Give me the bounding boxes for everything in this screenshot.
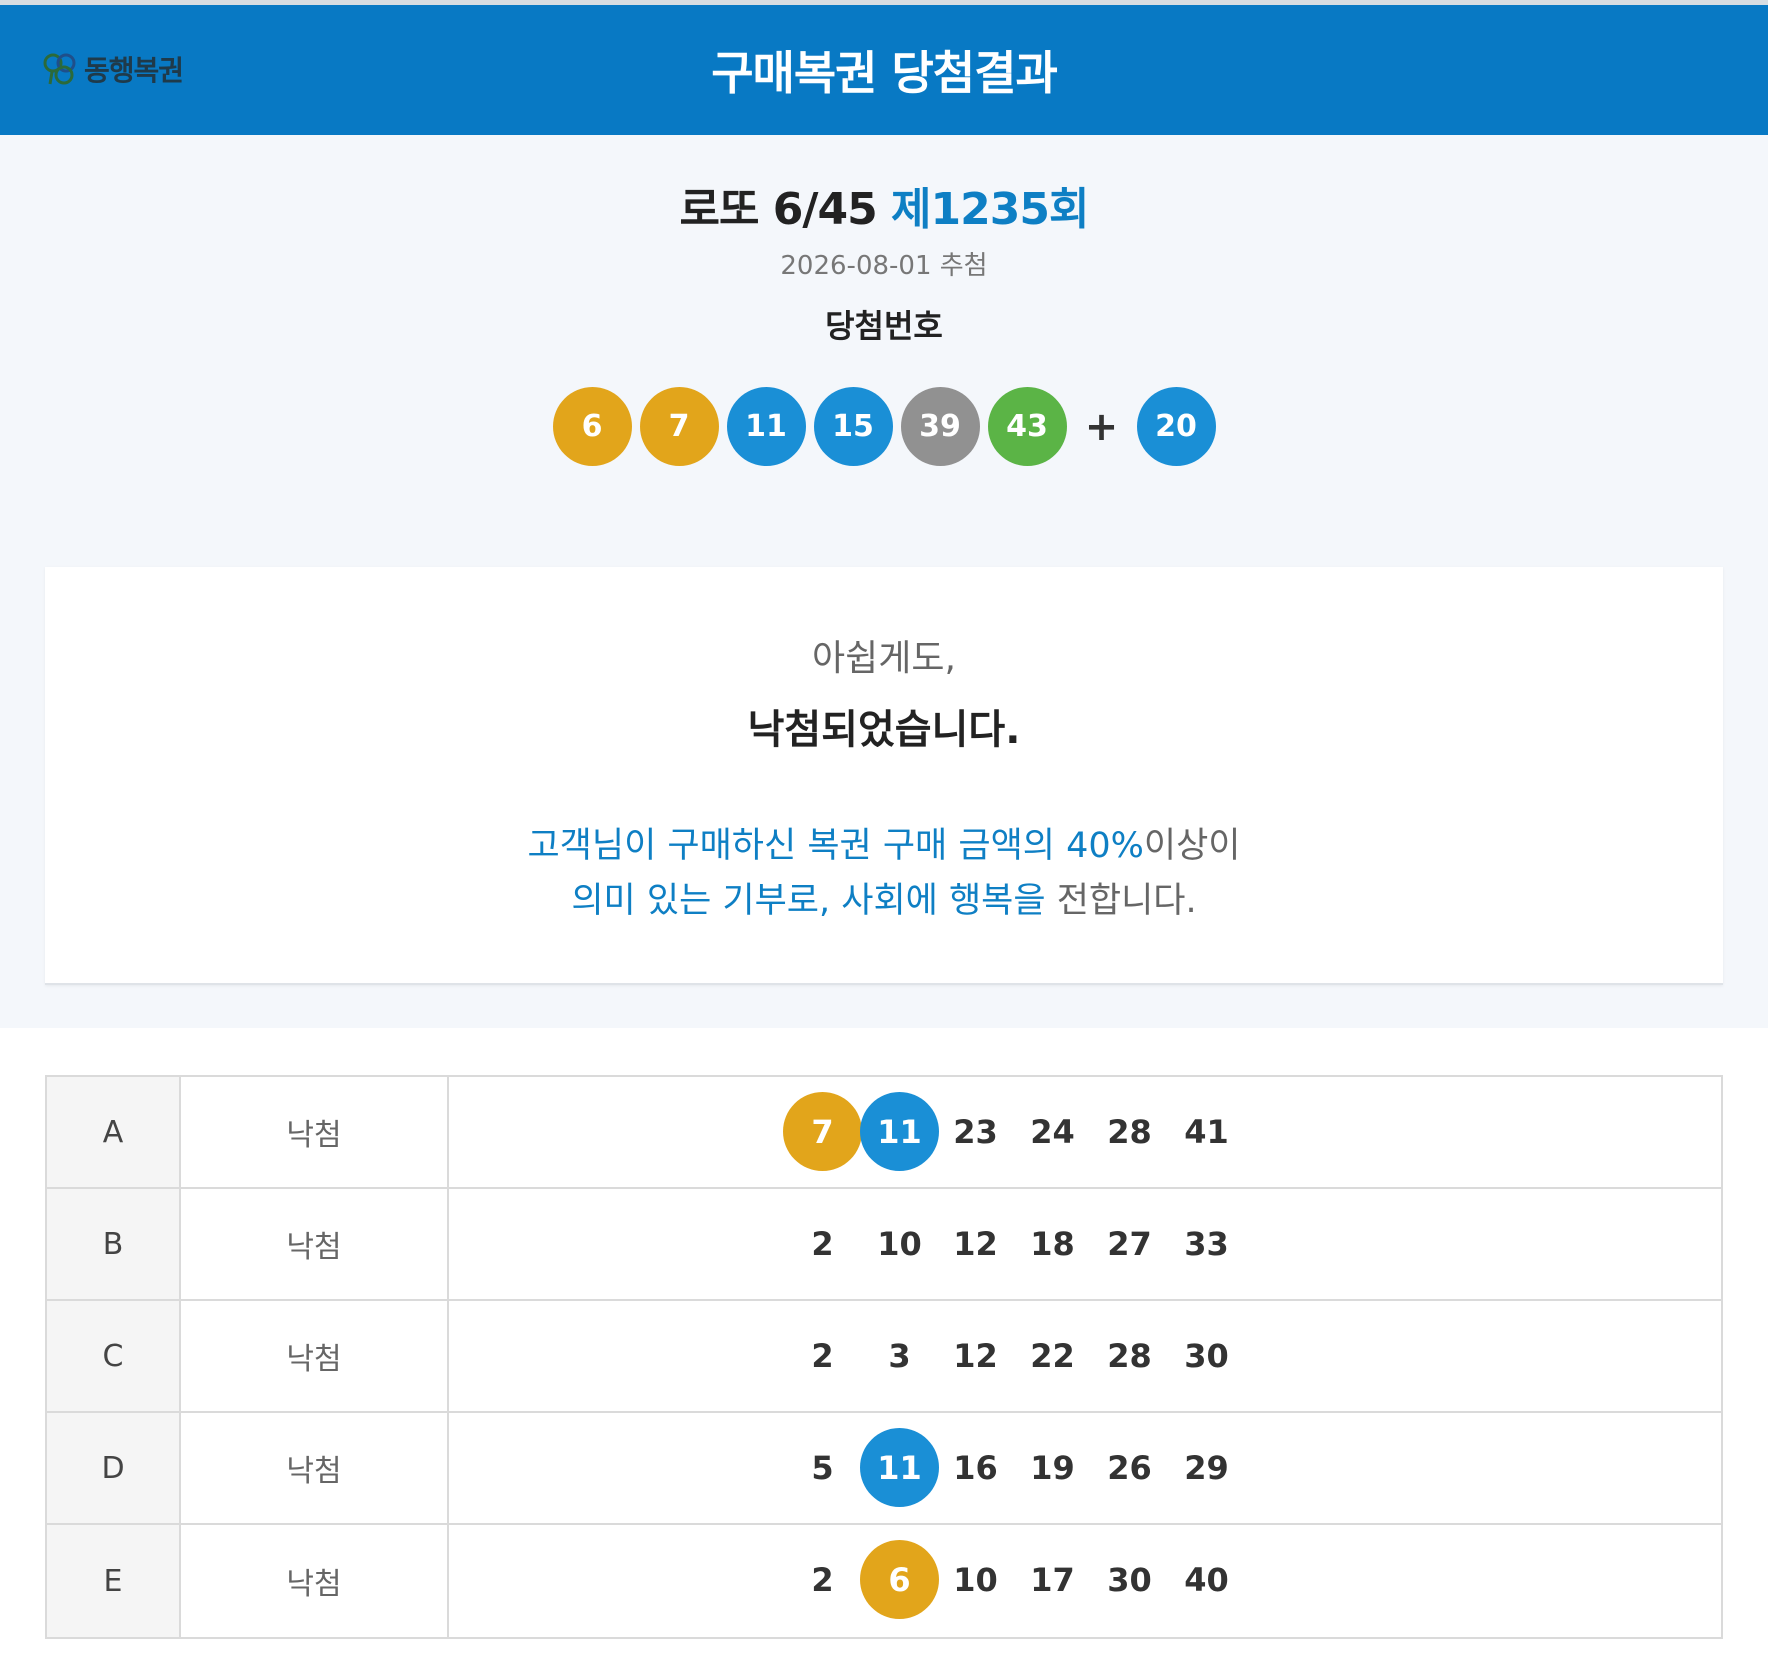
ticket-numbers: 2 6 10 17 30 40 bbox=[449, 1525, 1721, 1637]
ticket-id: C bbox=[47, 1301, 181, 1411]
ticket-number: 11 bbox=[860, 1092, 939, 1171]
logo[interactable]: 동행복권 bbox=[42, 49, 184, 89]
ticket-row: E 낙첨 2 6 10 17 30 40 bbox=[47, 1525, 1721, 1637]
ticket-number: 28 bbox=[1107, 1336, 1152, 1375]
ticket-number: 40 bbox=[1184, 1560, 1229, 1599]
ticket-status: 낙첨 bbox=[181, 1525, 449, 1637]
game-name: 로또 6/45 bbox=[679, 184, 878, 235]
plus-sign: + bbox=[1084, 403, 1119, 450]
ticket-status: 낙첨 bbox=[181, 1413, 449, 1523]
result-message-card: 아쉽게도, 낙첨되었습니다. 고객님이 구매하신 복권 구매 금액의 40%이상… bbox=[45, 567, 1723, 985]
ticket-number: 28 bbox=[1107, 1112, 1152, 1151]
winning-ball: 11 bbox=[726, 387, 806, 466]
page-header: 동행복권 구매복권 당첨결과 bbox=[0, 5, 1768, 135]
ticket-number: 7 bbox=[783, 1092, 862, 1171]
ticket-number: 6 bbox=[860, 1540, 939, 1619]
ticket-id: B bbox=[47, 1189, 181, 1299]
ticket-number: 17 bbox=[1030, 1560, 1075, 1599]
bonus-ball: 20 bbox=[1136, 387, 1216, 466]
ticket-number: 12 bbox=[953, 1336, 998, 1375]
winning-ball: 6 bbox=[552, 387, 632, 466]
draw-date: 2026-08-01 추첨 bbox=[780, 251, 988, 281]
ticket-row: D 낙첨 5 11 16 19 26 29 bbox=[47, 1413, 1721, 1525]
ticket-number: 19 bbox=[1030, 1448, 1075, 1487]
ticket-number: 24 bbox=[1030, 1112, 1075, 1151]
winning-numbers-label: 당첨번호 bbox=[825, 307, 943, 345]
result-headline: 낙첨되었습니다. bbox=[747, 707, 1021, 753]
ticket-number: 12 bbox=[953, 1224, 998, 1263]
winning-numbers: 6 7 11 15 39 43 + 20 bbox=[0, 387, 1768, 466]
ticket-status: 낙첨 bbox=[181, 1189, 449, 1299]
ticket-numbers: 5 11 16 19 26 29 bbox=[449, 1413, 1721, 1523]
round-number: 제1235회 bbox=[891, 184, 1089, 235]
result-subtext: 아쉽게도, bbox=[812, 638, 956, 679]
winning-ball: 39 bbox=[900, 387, 980, 466]
donation-message-line1: 고객님이 구매하신 복권 구매 금액의 40%이상이 bbox=[45, 817, 1723, 868]
ticket-number: 11 bbox=[860, 1428, 939, 1507]
ticket-row: A 낙첨 7 11 23 24 28 41 bbox=[47, 1077, 1721, 1189]
ticket-row: C 낙첨 2 3 12 22 28 30 bbox=[47, 1301, 1721, 1413]
logo-text: 동행복권 bbox=[84, 54, 184, 87]
ticket-number: 16 bbox=[953, 1448, 998, 1487]
ticket-number: 3 bbox=[888, 1336, 911, 1375]
draw-info-section: 로또 6/45 제1235회 2026-08-01 추첨 당첨번호 6 7 11… bbox=[0, 135, 1768, 1028]
ticket-number: 23 bbox=[953, 1112, 998, 1151]
ticket-numbers: 7 11 23 24 28 41 bbox=[449, 1077, 1721, 1187]
winning-ball: 7 bbox=[639, 387, 719, 466]
ticket-number: 10 bbox=[953, 1560, 998, 1599]
ticket-number: 33 bbox=[1184, 1224, 1229, 1263]
round-title: 로또 6/45 제1235회 bbox=[0, 173, 1768, 237]
ticket-number: 22 bbox=[1030, 1336, 1075, 1375]
ticket-number: 29 bbox=[1184, 1448, 1229, 1487]
ticket-number: 27 bbox=[1107, 1224, 1152, 1263]
ticket-numbers: 2 3 12 22 28 30 bbox=[449, 1301, 1721, 1411]
ticket-number: 30 bbox=[1184, 1336, 1229, 1375]
ticket-row: B 낙첨 2 10 12 18 27 33 bbox=[47, 1189, 1721, 1301]
ticket-id: A bbox=[47, 1077, 181, 1187]
winning-ball: 43 bbox=[987, 387, 1067, 466]
ticket-number: 2 bbox=[811, 1336, 834, 1375]
ticket-id: D bbox=[47, 1413, 181, 1523]
donation-message-line2: 의미 있는 기부로, 사회에 행복을 전합니다. bbox=[45, 872, 1723, 923]
ticket-number: 18 bbox=[1030, 1224, 1075, 1263]
page-title: 구매복권 당첨결과 bbox=[711, 46, 1058, 100]
ticket-status: 낙첨 bbox=[181, 1301, 449, 1411]
ticket-number: 2 bbox=[811, 1560, 834, 1599]
donation-text-blue: 고객님이 구매하신 복권 구매 금액의 40% bbox=[527, 826, 1144, 866]
ticket-numbers: 2 10 12 18 27 33 bbox=[449, 1189, 1721, 1299]
ticket-number: 26 bbox=[1107, 1448, 1152, 1487]
donation-text-gray: 전합니다. bbox=[1045, 881, 1197, 921]
ticket-status: 낙첨 bbox=[181, 1077, 449, 1187]
clover-logo-icon bbox=[43, 53, 76, 85]
ticket-number: 41 bbox=[1184, 1112, 1229, 1151]
ticket-number: 5 bbox=[811, 1448, 834, 1487]
donation-text-gray: 이상이 bbox=[1143, 826, 1241, 866]
ticket-number: 30 bbox=[1107, 1560, 1152, 1599]
ticket-id: E bbox=[47, 1525, 181, 1637]
ticket-number: 2 bbox=[811, 1224, 834, 1263]
ticket-results-table: A 낙첨 7 11 23 24 28 41 B 낙첨 2 10 12 18 27… bbox=[45, 1075, 1723, 1639]
winning-ball: 15 bbox=[813, 387, 893, 466]
ticket-number: 10 bbox=[877, 1224, 922, 1263]
donation-text-blue: 의미 있는 기부로, 사회에 행복을 bbox=[571, 881, 1046, 921]
